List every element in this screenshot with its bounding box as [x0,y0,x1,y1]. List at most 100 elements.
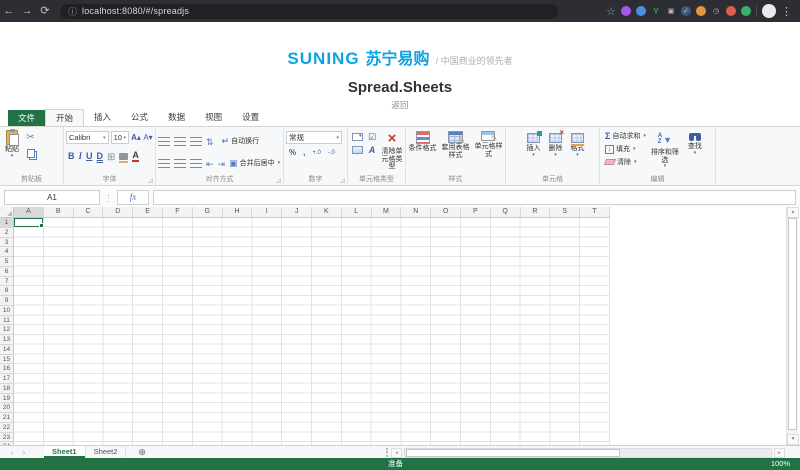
wrap-text-button[interactable]: 自动换行 [222,136,260,147]
align-middle-icon[interactable] [174,137,186,146]
clear-celltype-button[interactable]: 清除单元格类型 [381,129,403,171]
formula-input[interactable] [153,190,796,205]
extension-icon-5[interactable]: ✓ [681,6,691,16]
paste-button[interactable]: 粘贴 [5,129,19,158]
find-button[interactable]: 查找 [684,129,706,155]
row-header-23[interactable]: 23 [0,433,14,443]
row-header-4[interactable]: 4 [0,247,14,257]
column-header-F[interactable]: F [163,207,193,218]
scroll-up-icon[interactable] [787,207,799,218]
column-header-R[interactable]: R [521,207,551,218]
horizontal-scroll-thumb[interactable] [406,449,620,457]
scroll-left-icon[interactable] [391,448,402,458]
extension-icon-6[interactable] [696,6,706,16]
bold-button[interactable]: B [68,151,75,161]
row-header-7[interactable]: 7 [0,277,14,287]
tab-设置[interactable]: 设置 [232,109,269,126]
increase-indent-icon[interactable] [218,154,226,172]
column-header-H[interactable]: H [223,207,253,218]
tab-插入[interactable]: 插入 [84,109,121,126]
zoom-level[interactable]: 100% [771,458,790,470]
font-color-icon[interactable]: A [132,151,139,162]
decrease-decimal-icon[interactable]: -.0 [328,150,335,156]
row-header-3[interactable]: 3 [0,238,14,248]
browser-forward-icon[interactable] [18,0,36,22]
align-center-icon[interactable] [174,159,186,168]
autosum-button[interactable]: 自动求和 [605,130,646,142]
column-header-I[interactable]: I [252,207,282,218]
cells-area[interactable] [14,218,610,445]
cut-button[interactable] [23,131,38,144]
row-header-20[interactable]: 20 [0,403,14,413]
row-header-18[interactable]: 18 [0,384,14,394]
row-header-21[interactable]: 21 [0,413,14,423]
sheet-tab-Sheet2[interactable]: Sheet2 [86,446,127,458]
row-header-17[interactable]: 17 [0,374,14,384]
column-header-T[interactable]: T [580,207,610,218]
scroll-right-icon[interactable] [774,448,785,458]
column-header-K[interactable]: K [312,207,342,218]
extension-icon-9[interactable] [741,6,751,16]
row-header-6[interactable]: 6 [0,267,14,277]
decrease-font-icon[interactable] [143,131,153,144]
format-as-table-button[interactable]: 套用表格样式 [440,130,471,159]
bookmark-star-icon[interactable] [606,2,616,20]
tab-视图[interactable]: 视图 [195,109,232,126]
next-sheet-icon[interactable] [18,448,30,457]
prev-sheet-icon[interactable] [6,448,18,457]
fill-color-icon[interactable] [119,153,128,160]
site-info-icon[interactable] [68,2,82,20]
conditional-format-button[interactable]: 条件格式 [408,130,437,153]
column-header-A[interactable]: A [14,207,44,218]
increase-font-icon[interactable] [131,131,141,144]
format-cells-button[interactable]: 格式 [571,132,585,157]
extension-icon-3[interactable]: V [651,6,661,16]
row-header-15[interactable]: 15 [0,355,14,365]
sort-filter-button[interactable]: 排序和筛选 [651,129,679,168]
underline-button[interactable]: U [86,151,93,161]
row-header-13[interactable]: 13 [0,335,14,345]
row-header-14[interactable]: 14 [0,345,14,355]
merge-center-button[interactable]: 合并后居中 [229,158,280,169]
extension-icon-1[interactable] [621,6,631,16]
row-header-10[interactable]: 10 [0,306,14,316]
extension-icon-8[interactable] [726,6,736,16]
comma-style-icon[interactable]: , [303,148,305,157]
column-header-B[interactable]: B [44,207,74,218]
extension-icon-4[interactable]: ▣ [666,6,676,16]
browser-menu-icon[interactable] [781,2,792,20]
row-header-19[interactable]: 19 [0,394,14,404]
orientation-icon[interactable] [206,132,214,150]
add-sheet-icon[interactable] [138,446,146,458]
browser-reload-icon[interactable] [36,0,54,22]
extension-icon-7[interactable]: ◷ [711,6,721,16]
align-right-icon[interactable] [190,159,202,168]
column-header-E[interactable]: E [133,207,163,218]
row-header-12[interactable]: 12 [0,325,14,335]
number-format-select[interactable]: 常规 [286,131,342,144]
checkbox-celltype-button[interactable] [365,131,379,143]
row-header-1[interactable]: 1 [0,218,14,228]
row-header-5[interactable]: 5 [0,257,14,267]
fx-button[interactable]: fx [117,190,149,205]
tab-公式[interactable]: 公式 [121,109,158,126]
font-size-select[interactable]: 10 [111,131,129,144]
decrease-indent-icon[interactable] [206,154,214,172]
tab-开始[interactable]: 开始 [45,109,84,126]
extension-icon-2[interactable] [636,6,646,16]
clear-button[interactable]: 清除 [605,156,646,168]
vertical-scroll-thumb[interactable] [788,218,797,430]
insert-cells-button[interactable]: 插入 [527,132,541,157]
row-header-9[interactable]: 9 [0,296,14,306]
copy-button[interactable] [23,147,38,160]
column-header-O[interactable]: O [431,207,461,218]
column-header-J[interactable]: J [282,207,312,218]
sheet-tab-Sheet1[interactable]: Sheet1 [44,446,86,458]
combobox-celltype-button[interactable] [350,131,364,143]
horizontal-scroll-track[interactable] [404,448,772,458]
tab-file[interactable]: 文件 [8,110,45,126]
fill-button[interactable]: 填充 [605,143,646,155]
row-header-11[interactable]: 11 [0,316,14,326]
label-celltype-button[interactable] [365,144,379,156]
browser-back-icon[interactable] [0,0,18,22]
